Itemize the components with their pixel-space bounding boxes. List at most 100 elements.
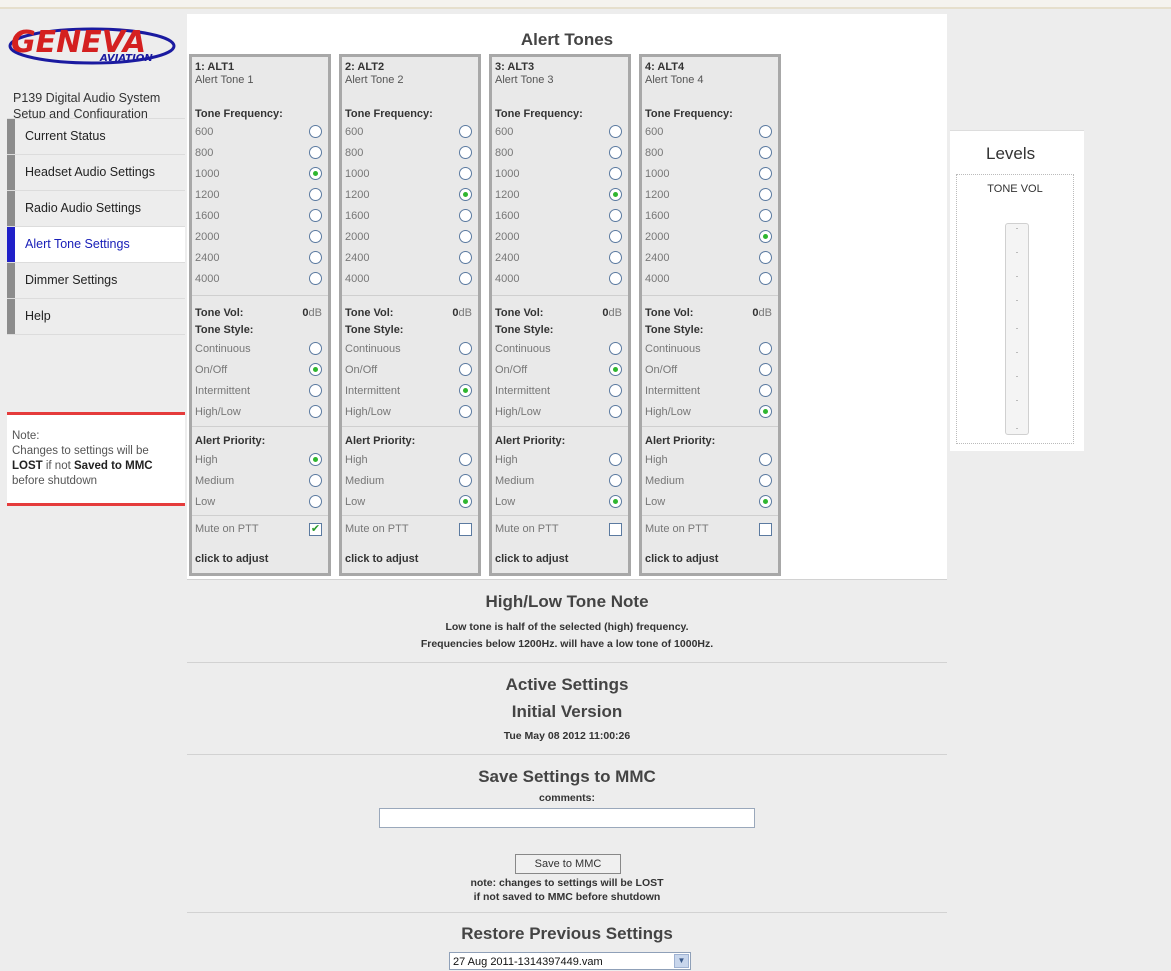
frequency-option[interactable]: 2400 [645,248,772,268]
radio-button[interactable] [609,453,622,466]
priority-option[interactable]: Medium [195,471,322,491]
frequency-option[interactable]: 4000 [645,269,772,289]
tone-style-option[interactable]: On/Off [195,360,322,380]
radio-button[interactable] [609,474,622,487]
frequency-option[interactable]: 1600 [645,206,772,226]
radio-button[interactable] [759,188,772,201]
mute-on-ptt-row[interactable]: Mute on PTT [495,519,622,539]
radio-button[interactable] [459,453,472,466]
click-to-adjust-link[interactable]: click to adjust [495,553,568,565]
priority-option[interactable]: High [645,450,772,470]
radio-button[interactable] [459,342,472,355]
radio-button[interactable] [759,230,772,243]
radio-button[interactable] [759,495,772,508]
save-to-mmc-button[interactable]: Save to MMC [515,854,621,874]
priority-option[interactable]: Medium [495,471,622,491]
tone-style-option[interactable]: Intermittent [345,381,472,401]
radio-button[interactable] [309,167,322,180]
radio-button[interactable] [609,384,622,397]
radio-button[interactable] [309,453,322,466]
tone-style-option[interactable]: On/Off [495,360,622,380]
tone-style-option[interactable]: High/Low [195,402,322,422]
radio-button[interactable] [309,209,322,222]
restore-select[interactable]: 27 Aug 2011-1314397449.vam ▼ [449,952,691,970]
frequency-option[interactable]: 1600 [345,206,472,226]
frequency-option[interactable]: 4000 [495,269,622,289]
radio-button[interactable] [459,474,472,487]
radio-button[interactable] [459,363,472,376]
chevron-down-icon[interactable]: ▼ [674,954,689,968]
frequency-option[interactable]: 800 [195,143,322,163]
priority-option[interactable]: Medium [645,471,772,491]
tone-style-option[interactable]: Intermittent [495,381,622,401]
tone-style-option[interactable]: Intermittent [195,381,322,401]
frequency-option[interactable]: 1000 [195,164,322,184]
frequency-option[interactable]: 1200 [645,185,772,205]
nav-item-help[interactable]: Help [7,298,185,334]
frequency-option[interactable]: 1200 [345,185,472,205]
radio-button[interactable] [609,209,622,222]
radio-button[interactable] [609,167,622,180]
mute-on-ptt-row[interactable]: Mute on PTT [345,519,472,539]
tone-vol-slider[interactable] [1005,223,1029,435]
tone-vol-row[interactable]: Tone Vol: 0dB [345,307,472,319]
tone-style-option[interactable]: Continuous [495,339,622,359]
radio-button[interactable] [609,272,622,285]
priority-option[interactable]: Low [495,492,622,512]
frequency-option[interactable]: 600 [195,122,322,142]
priority-option[interactable]: Low [195,492,322,512]
tone-style-option[interactable]: Intermittent [645,381,772,401]
tone-vol-row[interactable]: Tone Vol: 0dB [495,307,622,319]
frequency-option[interactable]: 1600 [195,206,322,226]
frequency-option[interactable]: 2000 [645,227,772,247]
priority-option[interactable]: High [495,450,622,470]
radio-button[interactable] [459,146,472,159]
mute-on-ptt-row[interactable]: Mute on PTT ✔ [195,519,322,539]
radio-button[interactable] [459,384,472,397]
radio-button[interactable] [759,384,772,397]
radio-button[interactable] [459,230,472,243]
priority-option[interactable]: Low [345,492,472,512]
frequency-option[interactable]: 600 [645,122,772,142]
radio-button[interactable] [759,146,772,159]
tone-vol-row[interactable]: Tone Vol: 0dB [195,307,322,319]
radio-button[interactable] [309,188,322,201]
tone-style-option[interactable]: On/Off [345,360,472,380]
frequency-option[interactable]: 2000 [345,227,472,247]
tone-style-option[interactable]: High/Low [645,402,772,422]
frequency-option[interactable]: 2000 [495,227,622,247]
radio-button[interactable] [609,363,622,376]
radio-button[interactable] [609,495,622,508]
frequency-option[interactable]: 800 [495,143,622,163]
radio-button[interactable] [609,188,622,201]
radio-button[interactable] [309,474,322,487]
radio-button[interactable] [759,453,772,466]
radio-button[interactable] [459,167,472,180]
radio-button[interactable] [309,384,322,397]
tone-style-option[interactable]: Continuous [345,339,472,359]
radio-button[interactable] [759,125,772,138]
radio-button[interactable] [309,405,322,418]
radio-button[interactable] [459,125,472,138]
tone-style-option[interactable]: Continuous [645,339,772,359]
priority-option[interactable]: High [345,450,472,470]
mute-on-ptt-checkbox[interactable]: ✔ [309,523,322,536]
radio-button[interactable] [459,209,472,222]
frequency-option[interactable]: 2400 [345,248,472,268]
frequency-option[interactable]: 4000 [345,269,472,289]
frequency-option[interactable]: 600 [495,122,622,142]
radio-button[interactable] [309,230,322,243]
frequency-option[interactable]: 1000 [645,164,772,184]
frequency-option[interactable]: 4000 [195,269,322,289]
radio-button[interactable] [759,474,772,487]
click-to-adjust-link[interactable]: click to adjust [645,553,718,565]
radio-button[interactable] [609,405,622,418]
frequency-option[interactable]: 1000 [345,164,472,184]
radio-button[interactable] [309,251,322,264]
radio-button[interactable] [309,363,322,376]
frequency-option[interactable]: 1600 [495,206,622,226]
radio-button[interactable] [759,272,772,285]
click-to-adjust-link[interactable]: click to adjust [345,553,418,565]
priority-option[interactable]: Medium [345,471,472,491]
nav-item-radio-audio-settings[interactable]: Radio Audio Settings [7,190,185,226]
